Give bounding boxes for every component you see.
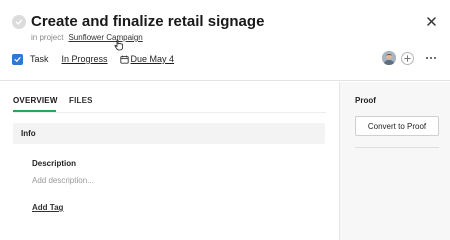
- tab-files[interactable]: FILES: [69, 96, 93, 112]
- info-section-header[interactable]: Info: [13, 123, 325, 144]
- proof-side-panel: Proof Convert to Proof: [339, 82, 450, 240]
- tab-overview[interactable]: OVERVIEW: [13, 96, 57, 112]
- info-heading: Info: [21, 129, 36, 138]
- description-input[interactable]: Add description...: [32, 176, 94, 185]
- task-title[interactable]: Create and finalize retail signage: [31, 13, 264, 30]
- convert-to-proof-button[interactable]: Convert to Proof: [355, 116, 439, 136]
- task-type-icon: [12, 53, 23, 65]
- tabs-divider: [13, 112, 326, 113]
- add-tag-link[interactable]: Add Tag: [32, 203, 63, 212]
- task-type-label[interactable]: Task: [30, 54, 49, 64]
- status-dropdown[interactable]: In Progress: [62, 54, 108, 64]
- task-meta-row: Task In Progress Due May 4: [12, 52, 174, 66]
- side-divider: [355, 147, 439, 148]
- assignee-avatar[interactable]: [382, 51, 396, 65]
- project-link[interactable]: Sunflower Campaign: [68, 33, 142, 42]
- close-icon[interactable]: [424, 14, 438, 28]
- main-panel: OVERVIEW FILES Info Description Add desc…: [0, 82, 339, 240]
- due-date-link[interactable]: Due May 4: [131, 54, 175, 64]
- description-label: Description: [32, 159, 77, 168]
- add-member-plus-icon[interactable]: [401, 52, 414, 65]
- project-line: in project Sunflower Campaign: [31, 33, 143, 42]
- project-prefix: in project: [31, 33, 64, 42]
- calendar-icon: [119, 55, 129, 64]
- proof-heading: Proof: [355, 96, 376, 105]
- task-header: Create and finalize retail signage in pr…: [0, 0, 450, 81]
- tab-bar: OVERVIEW FILES: [13, 96, 93, 112]
- more-options-icon[interactable]: [425, 53, 437, 63]
- complete-check-icon[interactable]: [12, 15, 26, 29]
